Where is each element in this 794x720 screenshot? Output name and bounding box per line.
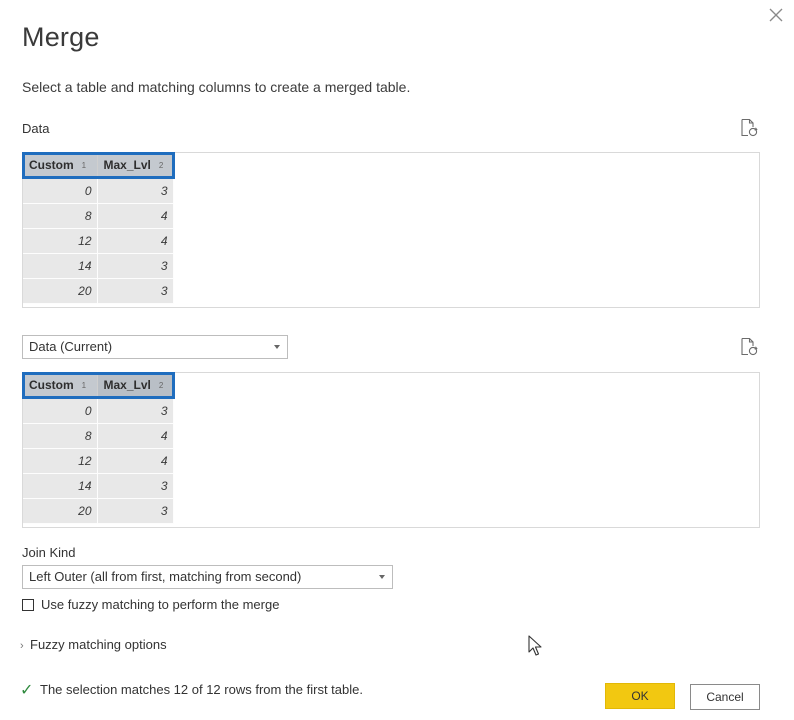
dialog-title: Merge [22, 22, 100, 52]
chevron-right-icon: › [20, 640, 24, 652]
second-table-preview: Custom 1 Max_Lvl 2 03 84 12 4 14 3 20 3 [22, 372, 760, 528]
table-cell: 0 [23, 398, 98, 424]
refresh-file-icon [741, 337, 758, 356]
table-cell: 14 [23, 253, 98, 279]
join-kind-label: Join Kind [22, 545, 76, 560]
table-cell: 12 [23, 228, 98, 254]
table-cell: 0 [23, 178, 98, 204]
second-table-grid: Custom 1 Max_Lvl 2 03 84 12 4 14 3 20 3 [23, 373, 174, 524]
column-name: Max_Lvl [103, 158, 151, 173]
table-cell: 3 [97, 498, 174, 524]
column-index: 2 [158, 161, 164, 171]
match-status: ✓ The selection matches 12 of 12 rows fro… [20, 680, 363, 700]
table-cell: 4 [97, 228, 174, 254]
column-header-max-lvl[interactable]: Max_Lvl 2 [97, 153, 174, 179]
table-cell: 14 [23, 473, 98, 499]
table-cell: 20 [23, 278, 98, 304]
column-name: Max_Lvl [103, 378, 151, 393]
join-kind-select-value: Left Outer (all from first, matching fro… [29, 569, 302, 584]
first-table-grid: Custom 1 Max_Lvl 2 03 84 12 4 14 3 20 3 [23, 153, 174, 304]
checkbox-box[interactable] [22, 599, 34, 611]
table-cell: 3 [97, 278, 174, 304]
second-table-select-value: Data (Current) [29, 339, 113, 354]
table-cell: 4 [97, 423, 174, 449]
first-table-refresh-button[interactable] [739, 118, 759, 138]
chevron-down-icon [274, 345, 280, 349]
fuzzy-matching-checkbox[interactable]: Use fuzzy matching to perform the merge [22, 597, 342, 615]
join-kind-select[interactable]: Left Outer (all from first, matching fro… [22, 565, 393, 589]
table-row: 84 [23, 203, 174, 229]
second-table-refresh-button[interactable] [739, 337, 759, 357]
column-header-custom[interactable]: Custom 1 [23, 373, 98, 399]
column-name: Custom [29, 158, 74, 173]
table-cell: 8 [23, 423, 98, 449]
table-cell: 3 [97, 253, 174, 279]
first-table-preview: Custom 1 Max_Lvl 2 03 84 12 4 14 3 20 3 [22, 152, 760, 308]
column-index: 1 [81, 381, 87, 391]
ok-button[interactable]: OK [605, 683, 675, 709]
close-icon [769, 8, 783, 22]
table-row: 12 4 [23, 228, 174, 254]
table-cell: 12 [23, 448, 98, 474]
cancel-button[interactable]: Cancel [690, 684, 760, 710]
table-cell: 20 [23, 498, 98, 524]
column-name: Custom [29, 378, 74, 393]
table-row: 14 3 [23, 473, 174, 499]
table-cell: 3 [97, 178, 174, 204]
checkmark-icon: ✓ [20, 682, 34, 699]
chevron-down-icon [379, 575, 385, 579]
column-index: 1 [81, 161, 87, 171]
table-cell: 8 [23, 203, 98, 229]
match-status-text: The selection matches 12 of 12 rows from… [40, 682, 363, 697]
column-header-max-lvl[interactable]: Max_Lvl 2 [97, 373, 174, 399]
table-row: 03 [23, 178, 174, 204]
table-cell: 4 [97, 203, 174, 229]
refresh-file-icon [741, 118, 758, 137]
column-header-custom[interactable]: Custom 1 [23, 153, 98, 179]
table-row: 12 4 [23, 448, 174, 474]
table-row: 14 3 [23, 253, 174, 279]
column-index: 2 [158, 381, 164, 391]
second-table-select[interactable]: Data (Current) [22, 335, 288, 359]
table-cell: 3 [97, 398, 174, 424]
table-row: 84 [23, 423, 174, 449]
fuzzy-matching-label: Use fuzzy matching to perform the merge [41, 597, 280, 612]
mouse-pointer-icon [528, 635, 542, 656]
table-row: 03 [23, 398, 174, 424]
table-row: 20 3 [23, 498, 174, 524]
fuzzy-matching-options-expander[interactable]: › Fuzzy matching options [20, 637, 167, 652]
table-row: 20 3 [23, 278, 174, 304]
table-cell: 3 [97, 473, 174, 499]
first-table-label: Data [22, 121, 50, 136]
table-cell: 4 [97, 448, 174, 474]
fuzzy-matching-options-label: Fuzzy matching options [30, 637, 167, 652]
close-button[interactable] [765, 4, 787, 26]
dialog-subtitle: Select a table and matching columns to c… [22, 79, 411, 95]
